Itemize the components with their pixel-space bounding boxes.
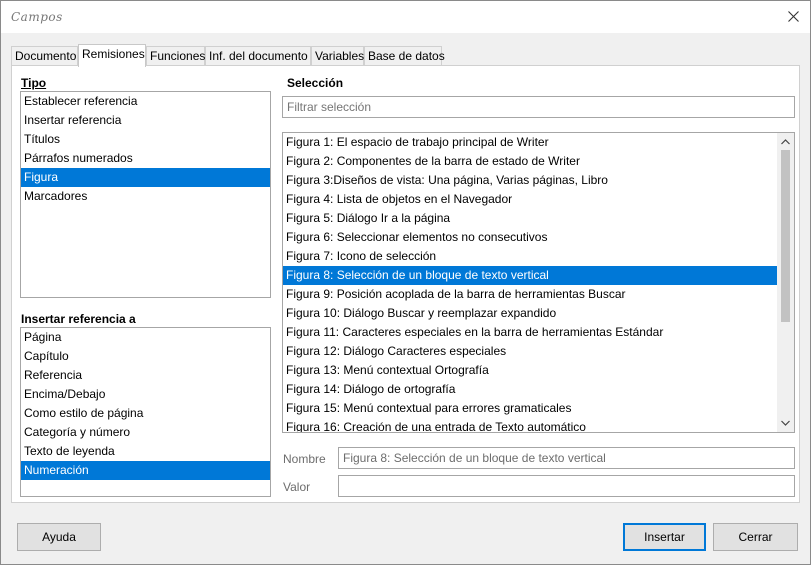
insertar-referencia-list[interactable]: Página Capítulo Referencia Encima/Debajo… — [20, 327, 271, 497]
tab-base-de-datos[interactable]: Base de datos — [364, 46, 445, 66]
list-item[interactable]: Figura 15: Menú contextual para errores … — [283, 399, 777, 418]
list-item[interactable]: Marcadores — [21, 187, 270, 206]
list-item[interactable]: Referencia — [21, 366, 270, 385]
list-item-selected[interactable]: Figura 8: Selección de un bloque de text… — [283, 266, 777, 285]
list-item[interactable]: Página — [21, 328, 270, 347]
list-item[interactable]: Texto de leyenda — [21, 442, 270, 461]
tab-inf-documento[interactable]: Inf. del documento — [205, 46, 311, 66]
close-dialog-button[interactable]: Cerrar — [713, 523, 798, 551]
fields-dialog: Campos Documento Remisiones Funciones In… — [0, 0, 811, 565]
list-item[interactable]: Figura 3:Diseños de vista: Una página, V… — [283, 171, 777, 190]
valor-label: Valor — [283, 480, 311, 494]
filter-selection-input[interactable] — [282, 96, 795, 118]
list-item[interactable]: Figura 12: Diálogo Caracteres especiales — [283, 342, 777, 361]
list-item-selected[interactable]: Figura — [21, 168, 270, 187]
list-item[interactable]: Figura 13: Menú contextual Ortografía — [283, 361, 777, 380]
list-item[interactable]: Establecer referencia — [21, 92, 270, 111]
chevron-down-icon[interactable] — [777, 415, 794, 432]
window-title: Campos — [11, 10, 63, 24]
list-item[interactable]: Encima/Debajo — [21, 385, 270, 404]
list-item[interactable]: Figura 11: Caracteres especiales en la b… — [283, 323, 777, 342]
list-item[interactable]: Párrafos numerados — [21, 149, 270, 168]
list-item[interactable]: Figura 6: Seleccionar elementos no conse… — [283, 228, 777, 247]
tipo-label: Tipo — [21, 76, 47, 90]
chevron-up-icon[interactable] — [777, 133, 794, 150]
list-item[interactable]: Figura 4: Lista de objetos en el Navegad… — [283, 190, 777, 209]
tab-variables[interactable]: Variables — [311, 46, 364, 66]
help-button[interactable]: Ayuda — [17, 523, 101, 551]
list-item[interactable]: Figura 2: Componentes de la barra de est… — [283, 152, 777, 171]
list-item[interactable]: Figura 7: Icono de selección — [283, 247, 777, 266]
tipo-list[interactable]: Establecer referencia Insertar referenci… — [20, 91, 271, 298]
scrollbar-thumb[interactable] — [781, 150, 790, 322]
seleccion-label: Selección — [287, 76, 344, 90]
list-item[interactable]: Figura 14: Diálogo de ortografía — [283, 380, 777, 399]
list-item[interactable]: Títulos — [21, 130, 270, 149]
list-item[interactable]: Como estilo de página — [21, 404, 270, 423]
list-item[interactable]: Figura 9: Posición acoplada de la barra … — [283, 285, 777, 304]
tab-panel-remisiones: Tipo Establecer referencia Insertar refe… — [11, 65, 800, 503]
insertar-referencia-label: Insertar referencia a — [21, 312, 136, 326]
list-item[interactable]: Figura 5: Diálogo Ir a la página — [283, 209, 777, 228]
nombre-field[interactable]: Figura 8: Selección de un bloque de text… — [338, 447, 795, 469]
insert-button[interactable]: Insertar — [623, 523, 706, 551]
tab-documento[interactable]: Documento — [11, 46, 78, 66]
list-item[interactable]: Figura 16: Creación de una entrada de Te… — [283, 418, 777, 432]
list-item[interactable]: Figura 10: Diálogo Buscar y reemplazar e… — [283, 304, 777, 323]
valor-field[interactable] — [338, 475, 795, 497]
seleccion-list[interactable]: Figura 1: El espacio de trabajo principa… — [282, 132, 795, 433]
list-item[interactable]: Figura 1: El espacio de trabajo principa… — [283, 133, 777, 152]
tab-remisiones[interactable]: Remisiones — [78, 44, 146, 67]
list-item[interactable]: Capítulo — [21, 347, 270, 366]
nombre-label: Nombre — [283, 452, 326, 466]
close-button[interactable] — [778, 1, 810, 33]
vertical-scrollbar[interactable] — [777, 133, 794, 432]
list-item-selected[interactable]: Numeración — [21, 461, 270, 480]
tab-funciones[interactable]: Funciones — [146, 46, 205, 66]
list-item[interactable]: Insertar referencia — [21, 111, 270, 130]
title-bar: Campos — [1, 1, 810, 33]
list-item[interactable]: Categoría y número — [21, 423, 270, 442]
close-icon — [788, 11, 799, 22]
